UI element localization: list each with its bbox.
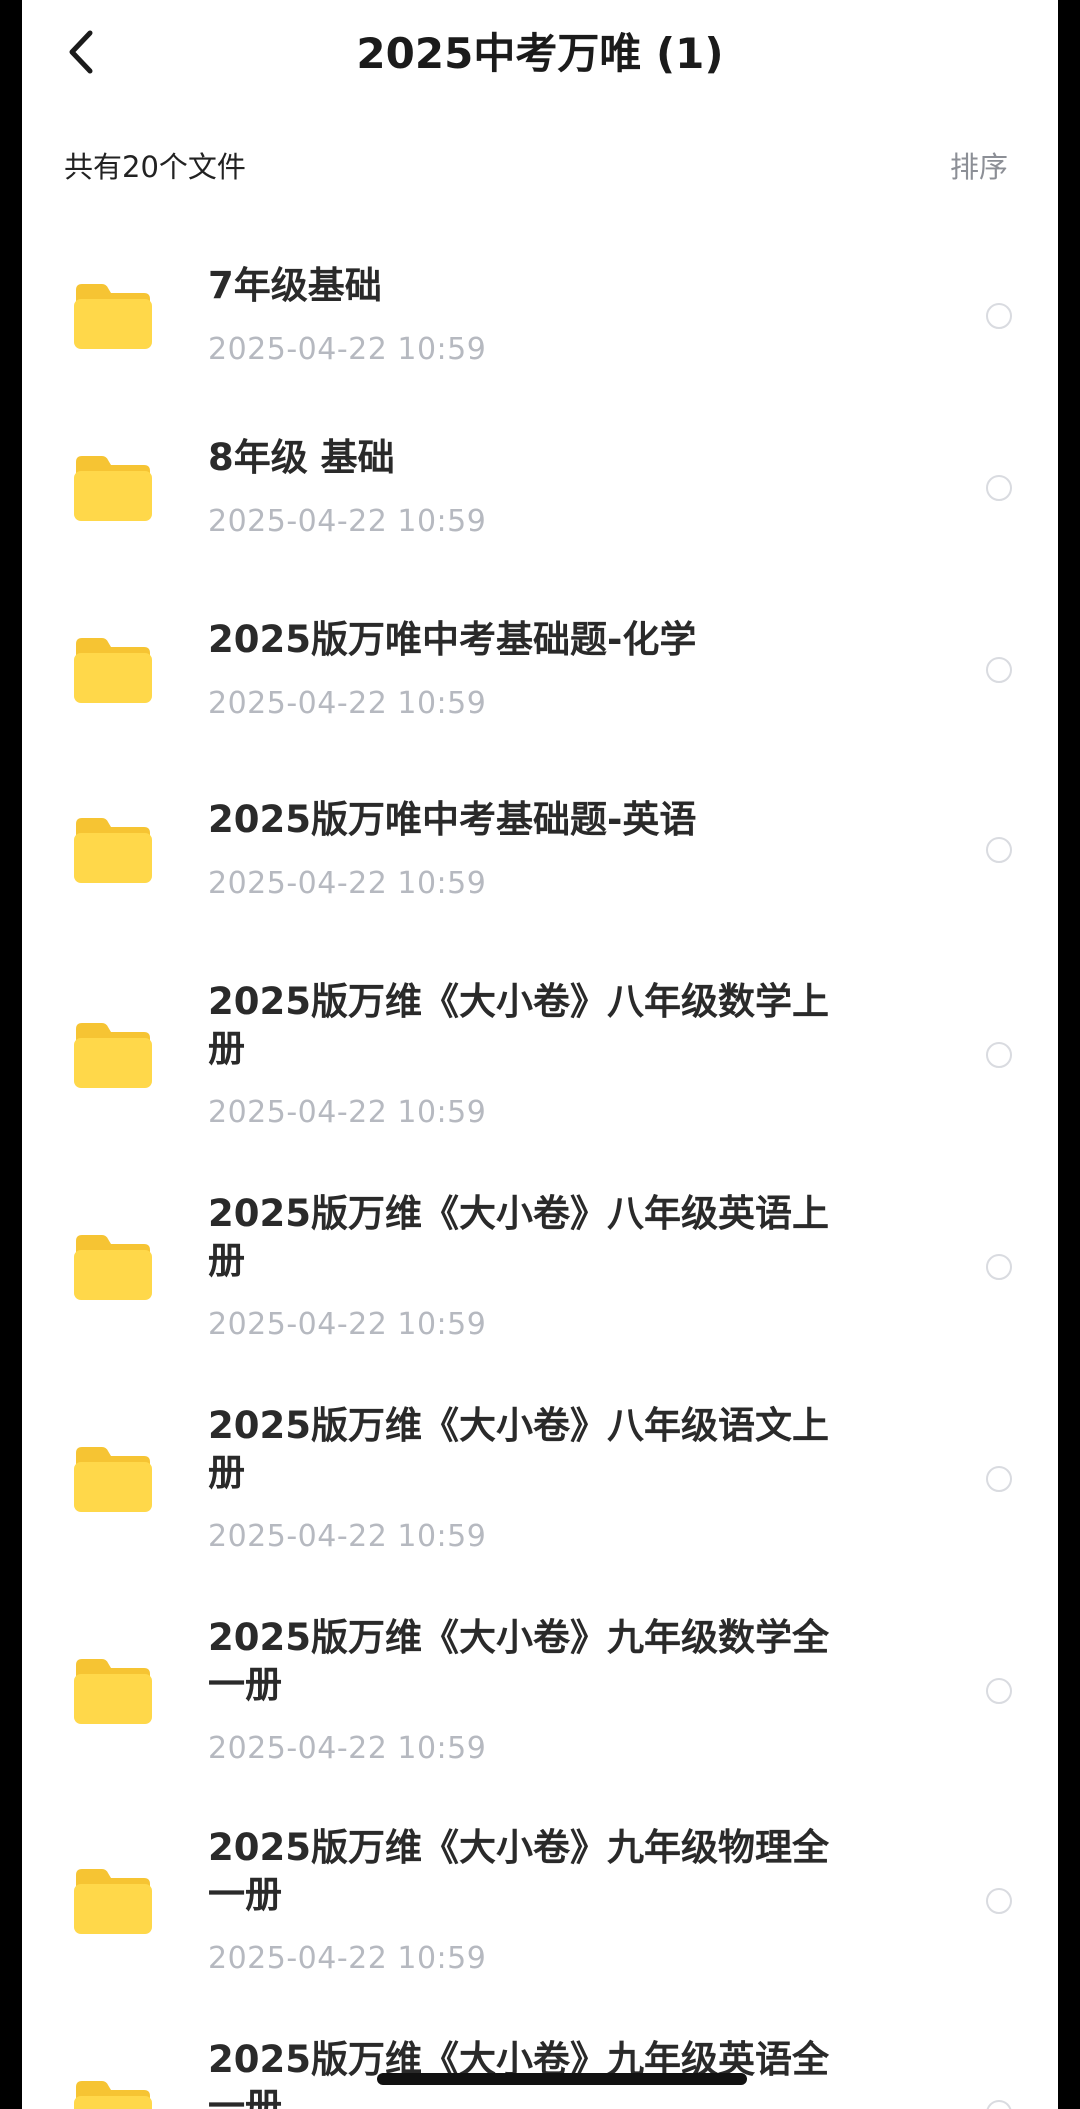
file-name: 2025版万维《大小卷》九年级数学全一册 <box>208 1616 829 1706</box>
folder-icon <box>74 817 152 883</box>
nav-header: 2025中考万唯 (1) <box>22 0 1058 110</box>
folder-icon <box>74 1869 152 1934</box>
folder-icon <box>74 1659 152 1724</box>
file-row[interactable]: 7年级基础 2025-04-22 10:59 <box>22 210 1058 367</box>
select-radio[interactable] <box>986 656 1012 683</box>
file-name: 2025版万维《大小卷》八年级数学上册 <box>208 980 829 1070</box>
file-name: 8年级 基础 <box>208 436 395 479</box>
folder-icon <box>74 637 152 703</box>
home-indicator <box>377 2073 747 2085</box>
folder-icon <box>74 1235 152 1300</box>
file-name: 2025版万维《大小卷》八年级英语上册 <box>208 1192 829 1282</box>
folder-icon <box>74 1023 152 1088</box>
file-row[interactable]: 2025版万维《大小卷》九年级物理全一册 2025-04-22 10:59 <box>22 1778 1058 1988</box>
file-row[interactable]: 8年级 基础 2025-04-22 10:59 <box>22 392 1058 542</box>
file-date: 2025-04-22 10:59 <box>208 1941 487 1976</box>
folder-icon <box>74 2081 152 2109</box>
file-list-screen: 2025中考万唯 (1) 共有20个文件 排序 7年级基础 2025-04-22 … <box>22 0 1058 2109</box>
select-radio[interactable] <box>986 1888 1012 1914</box>
file-date: 2025-04-22 10:59 <box>208 1307 487 1342</box>
folder-icon <box>74 455 152 521</box>
file-row[interactable]: 2025版万维《大小卷》八年级语文上册 2025-04-22 10:59 <box>22 1354 1058 1564</box>
select-radio[interactable] <box>986 302 1012 329</box>
file-date: 2025-04-22 10:59 <box>208 1095 487 1130</box>
select-radio[interactable] <box>986 474 1012 501</box>
select-radio[interactable] <box>986 836 1012 863</box>
file-name: 2025版万唯中考基础题-化学 <box>208 618 697 661</box>
select-radio[interactable] <box>986 1042 1012 1068</box>
folder-icon <box>74 1447 152 1512</box>
file-date: 2025-04-22 10:59 <box>208 1519 487 1554</box>
select-radio[interactable] <box>986 1466 1012 1492</box>
file-date: 2025-04-22 10:59 <box>208 504 487 539</box>
file-row[interactable]: 2025版万维《大小卷》八年级英语上册 2025-04-22 10:59 <box>22 1142 1058 1352</box>
file-date: 2025-04-22 10:59 <box>208 866 487 901</box>
select-radio[interactable] <box>986 2100 1012 2109</box>
page-title: 2025中考万唯 (1) <box>356 29 724 78</box>
file-row[interactable]: 2025版万唯中考基础题-化学 2025-04-22 10:59 <box>22 572 1058 722</box>
file-name: 2025版万维《大小卷》九年级物理全一册 <box>208 1826 829 1916</box>
sort-button[interactable]: 排序 <box>950 144 1008 186</box>
folder-icon <box>74 283 152 349</box>
file-name: 2025版万唯中考基础题-英语 <box>208 798 697 841</box>
file-name: 2025版万维《大小卷》八年级语文上册 <box>208 1404 829 1494</box>
file-date: 2025-04-22 10:59 <box>208 332 487 367</box>
file-date: 2025-04-22 10:59 <box>208 1731 487 1766</box>
select-radio[interactable] <box>986 1678 1012 1704</box>
select-radio[interactable] <box>986 1254 1012 1280</box>
file-row[interactable]: 2025版万唯中考基础题-英语 2025-04-22 10:59 <box>22 752 1058 902</box>
file-row[interactable]: 2025版万维《大小卷》九年级英语全一册 <box>22 1990 1058 2109</box>
file-date: 2025-04-22 10:59 <box>208 686 487 721</box>
file-row[interactable]: 2025版万维《大小卷》八年级数学上册 2025-04-22 10:59 <box>22 930 1058 1140</box>
file-name: 7年级基础 <box>208 264 382 307</box>
file-row[interactable]: 2025版万维《大小卷》九年级数学全一册 2025-04-22 10:59 <box>22 1566 1058 1776</box>
file-count-label: 共有20个文件 <box>64 150 246 184</box>
